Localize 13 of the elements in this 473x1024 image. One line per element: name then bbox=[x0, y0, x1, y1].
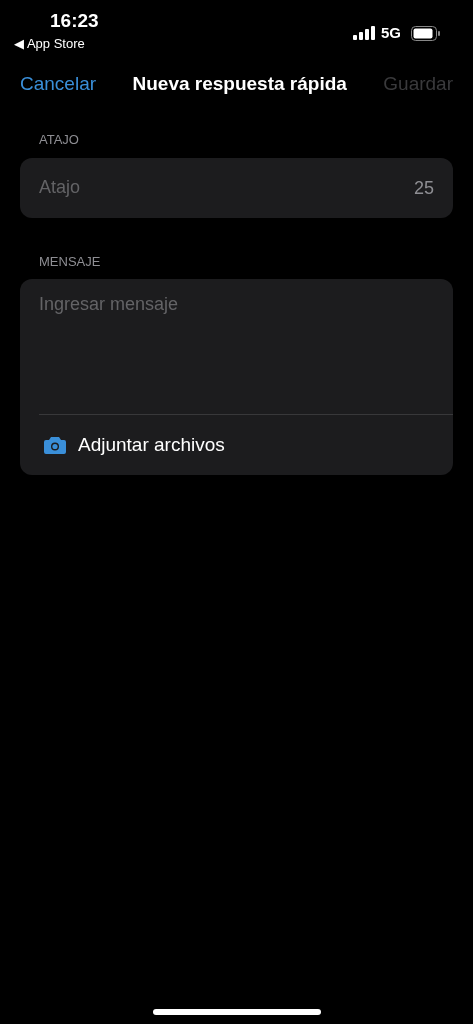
cancel-button[interactable]: Cancelar bbox=[20, 69, 97, 99]
character-counter: 25 bbox=[413, 176, 434, 199]
network-label: 5G bbox=[381, 23, 401, 43]
section-label: ATAJO bbox=[38, 131, 80, 149]
battery-icon bbox=[411, 25, 441, 41]
signal-icon bbox=[353, 26, 375, 41]
back-to-app-link[interactable]: ◀ App Store bbox=[14, 34, 85, 54]
status-time: 16:23 bbox=[50, 10, 99, 32]
attach-files-button[interactable]: Adjuntar archivos bbox=[20, 415, 453, 475]
camera-icon bbox=[44, 436, 66, 454]
page-title: Nueva respuesta rápida bbox=[132, 71, 347, 96]
section-label: MENSAJE bbox=[38, 252, 102, 271]
message-field[interactable]: Ingresar mensaje bbox=[20, 279, 453, 414]
